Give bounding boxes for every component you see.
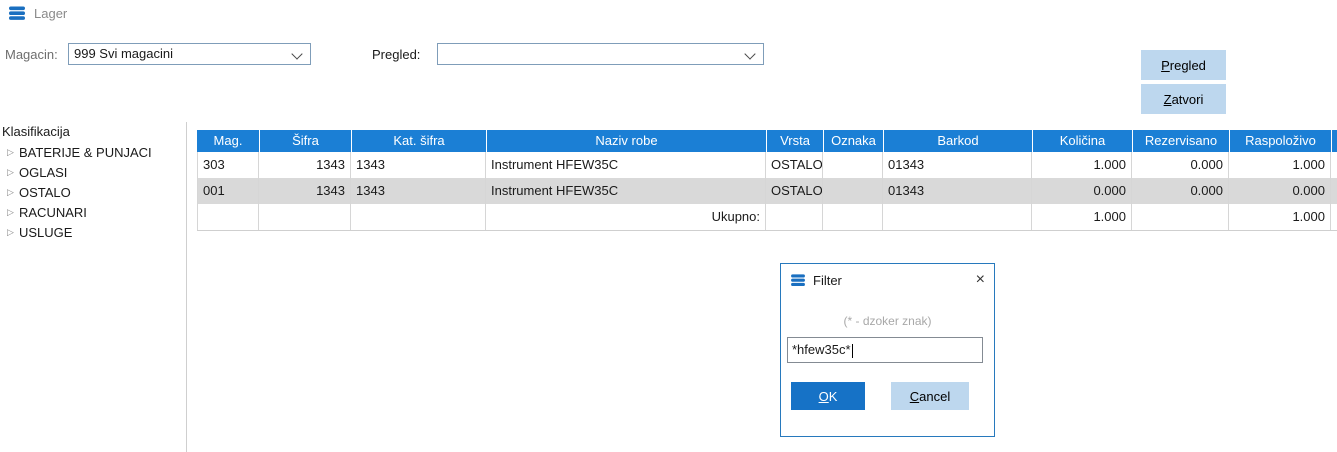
pregled-label: Pregled: [372, 47, 420, 62]
col-header-oznaka[interactable]: Oznaka [823, 130, 883, 152]
cell-kolicina: 1.000 [1032, 152, 1132, 178]
filter-dialog-titlebar[interactable]: Filter × [781, 264, 994, 296]
summary-rezervisano [1132, 204, 1229, 230]
tree-item-label: USLUGE [19, 225, 72, 240]
magacin-selected-value: 999 Svi magacini [74, 44, 173, 64]
cell-empty [351, 204, 486, 230]
cell-kat-sifra: 1343 [351, 178, 486, 204]
col-header-rezervisano[interactable]: Rezervisano [1132, 130, 1229, 152]
magacin-label: Magacin: [5, 47, 58, 62]
col-header-sifra[interactable]: Šifra [259, 130, 351, 152]
text-caret [852, 344, 853, 358]
cell-empty [766, 204, 823, 230]
cell-sifra: 1343 [259, 178, 351, 204]
expander-icon[interactable]: ▷ [7, 167, 19, 178]
cell-rezervisano: 0.000 [1132, 152, 1229, 178]
col-header-vrsta[interactable]: Vrsta [766, 130, 823, 152]
cell-naziv: Instrument HFEW35C [486, 178, 766, 204]
cell-empty [197, 204, 259, 230]
ok-button[interactable]: OK [791, 382, 865, 410]
chevron-down-icon [291, 48, 302, 59]
cell-oznaka [823, 152, 883, 178]
classification-title: Klasifikacija [2, 122, 184, 142]
col-header-raspolozivo[interactable]: Raspoloživo [1229, 130, 1331, 152]
cell-sifra: 1343 [259, 152, 351, 178]
cell-mag: 303 [197, 152, 259, 178]
table-header-row: Mag. Šifra Kat. šifra Naziv robe Vrsta O… [197, 130, 1337, 152]
filter-input[interactable]: *hfew35c* [787, 337, 983, 363]
stock-table: Mag. Šifra Kat. šifra Naziv robe Vrsta O… [197, 130, 1337, 231]
magacin-select[interactable]: 999 Svi magacini [68, 43, 311, 65]
col-header-mag[interactable]: Mag. [197, 130, 259, 152]
expander-icon[interactable]: ▷ [7, 147, 19, 158]
wildcard-hint: (* - dzoker znak) [781, 314, 994, 328]
table-summary-row: Ukupno: 1.000 1.000 [197, 204, 1337, 231]
filter-dialog-icon [790, 274, 806, 287]
pregled-select[interactable] [437, 43, 764, 65]
tree-item-label: RACUNARI [19, 205, 87, 220]
app-logo-icon [8, 6, 26, 21]
summary-raspolozivo: 1.000 [1229, 204, 1331, 230]
zatvori-button[interactable]: Zatvori [1141, 84, 1226, 114]
close-icon[interactable]: × [976, 272, 985, 288]
cell-mag: 001 [197, 178, 259, 204]
tree-item-label: BATERIJE & PUNJACI [19, 145, 152, 160]
lager-window: Lager Magacin: 999 Svi magacini Pregled:… [0, 0, 1337, 452]
cell-sliver [1331, 152, 1337, 178]
cancel-button[interactable]: Cancel [891, 382, 969, 410]
window-titlebar: Lager [8, 6, 67, 21]
cell-sliver [1331, 204, 1337, 230]
cell-barkod: 01343 [883, 178, 1032, 204]
table-row[interactable]: 001 1343 1343 Instrument HFEW35C OSTALO … [197, 178, 1337, 204]
cell-sliver [1331, 178, 1337, 204]
cell-vrsta: OSTALO [766, 152, 823, 178]
tree-item-label: OGLASI [19, 165, 67, 180]
cell-kat-sifra: 1343 [351, 152, 486, 178]
cell-empty [259, 204, 351, 230]
expander-icon[interactable]: ▷ [7, 207, 19, 218]
tree-item-usluge[interactable]: ▷ USLUGE [2, 222, 184, 242]
tree-item-oglasi[interactable]: ▷ OGLASI [2, 162, 184, 182]
summary-kolicina: 1.000 [1032, 204, 1132, 230]
tree-item-ostalo[interactable]: ▷ OSTALO [2, 182, 184, 202]
col-header-kolicina[interactable]: Količina [1032, 130, 1132, 152]
summary-label: Ukupno: [486, 204, 766, 230]
col-header-naziv-robe[interactable]: Naziv robe [486, 130, 766, 152]
tree-item-baterije[interactable]: ▷ BATERIJE & PUNJACI [2, 142, 184, 162]
cell-oznaka [823, 178, 883, 204]
tree-item-label: OSTALO [19, 185, 71, 200]
filter-dialog: Filter × (* - dzoker znak) *hfew35c* OK … [780, 263, 995, 437]
col-header-sliver [1331, 130, 1337, 152]
cell-raspolozivo: 0.000 [1229, 178, 1331, 204]
chevron-down-icon [744, 48, 755, 59]
cell-barkod: 01343 [883, 152, 1032, 178]
filter-input-value: *hfew35c* [792, 342, 851, 357]
pregled-button[interactable]: Pregled [1141, 50, 1226, 80]
cell-vrsta: OSTALO [766, 178, 823, 204]
cell-empty [883, 204, 1032, 230]
app-title: Lager [34, 6, 67, 21]
col-header-kat-sifra[interactable]: Kat. šifra [351, 130, 486, 152]
cell-raspolozivo: 1.000 [1229, 152, 1331, 178]
cell-naziv: Instrument HFEW35C [486, 152, 766, 178]
expander-icon[interactable]: ▷ [7, 227, 19, 238]
col-header-barkod[interactable]: Barkod [883, 130, 1032, 152]
filter-dialog-title: Filter [813, 273, 842, 288]
tree-item-racunari[interactable]: ▷ RACUNARI [2, 202, 184, 222]
cell-kolicina: 0.000 [1032, 178, 1132, 204]
panel-divider [186, 122, 187, 452]
cell-rezervisano: 0.000 [1132, 178, 1229, 204]
table-row[interactable]: 303 1343 1343 Instrument HFEW35C OSTALO … [197, 152, 1337, 178]
expander-icon[interactable]: ▷ [7, 187, 19, 198]
classification-panel: Klasifikacija ▷ BATERIJE & PUNJACI ▷ OGL… [2, 122, 184, 242]
cell-empty [823, 204, 883, 230]
